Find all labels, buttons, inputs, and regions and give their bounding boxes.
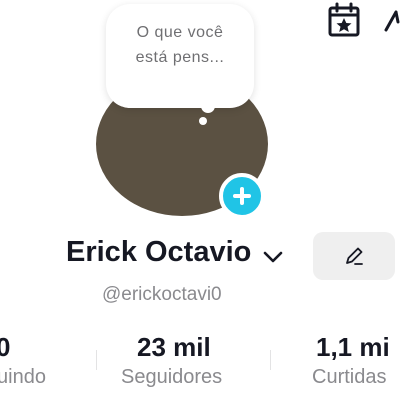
username: @erickoctavi0 <box>102 284 222 305</box>
stats-divider <box>270 350 271 370</box>
calendar-star-icon[interactable] <box>326 2 362 38</box>
edit-profile-button[interactable] <box>313 232 395 280</box>
followers-count[interactable]: 23 mil <box>137 332 211 363</box>
bubble-dot <box>199 117 207 125</box>
plus-icon <box>233 187 251 205</box>
likes-count[interactable]: 1,1 mi <box>316 332 390 363</box>
stats-divider <box>96 350 97 370</box>
profile-name[interactable]: Erick Octavio <box>66 236 251 269</box>
following-label[interactable]: uindo <box>0 366 46 389</box>
partial-icon[interactable] <box>384 6 400 36</box>
likes-label[interactable]: Curtidas <box>312 366 386 389</box>
status-thought-bubble[interactable]: O que você está pens... <box>106 4 254 108</box>
chevron-down-icon[interactable] <box>262 246 284 268</box>
following-count[interactable]: 0 <box>0 332 10 363</box>
add-photo-button[interactable] <box>219 173 265 219</box>
bubble-text: O que você está pens... <box>135 24 225 66</box>
pencil-icon <box>346 247 363 265</box>
followers-label[interactable]: Seguidores <box>121 366 222 389</box>
